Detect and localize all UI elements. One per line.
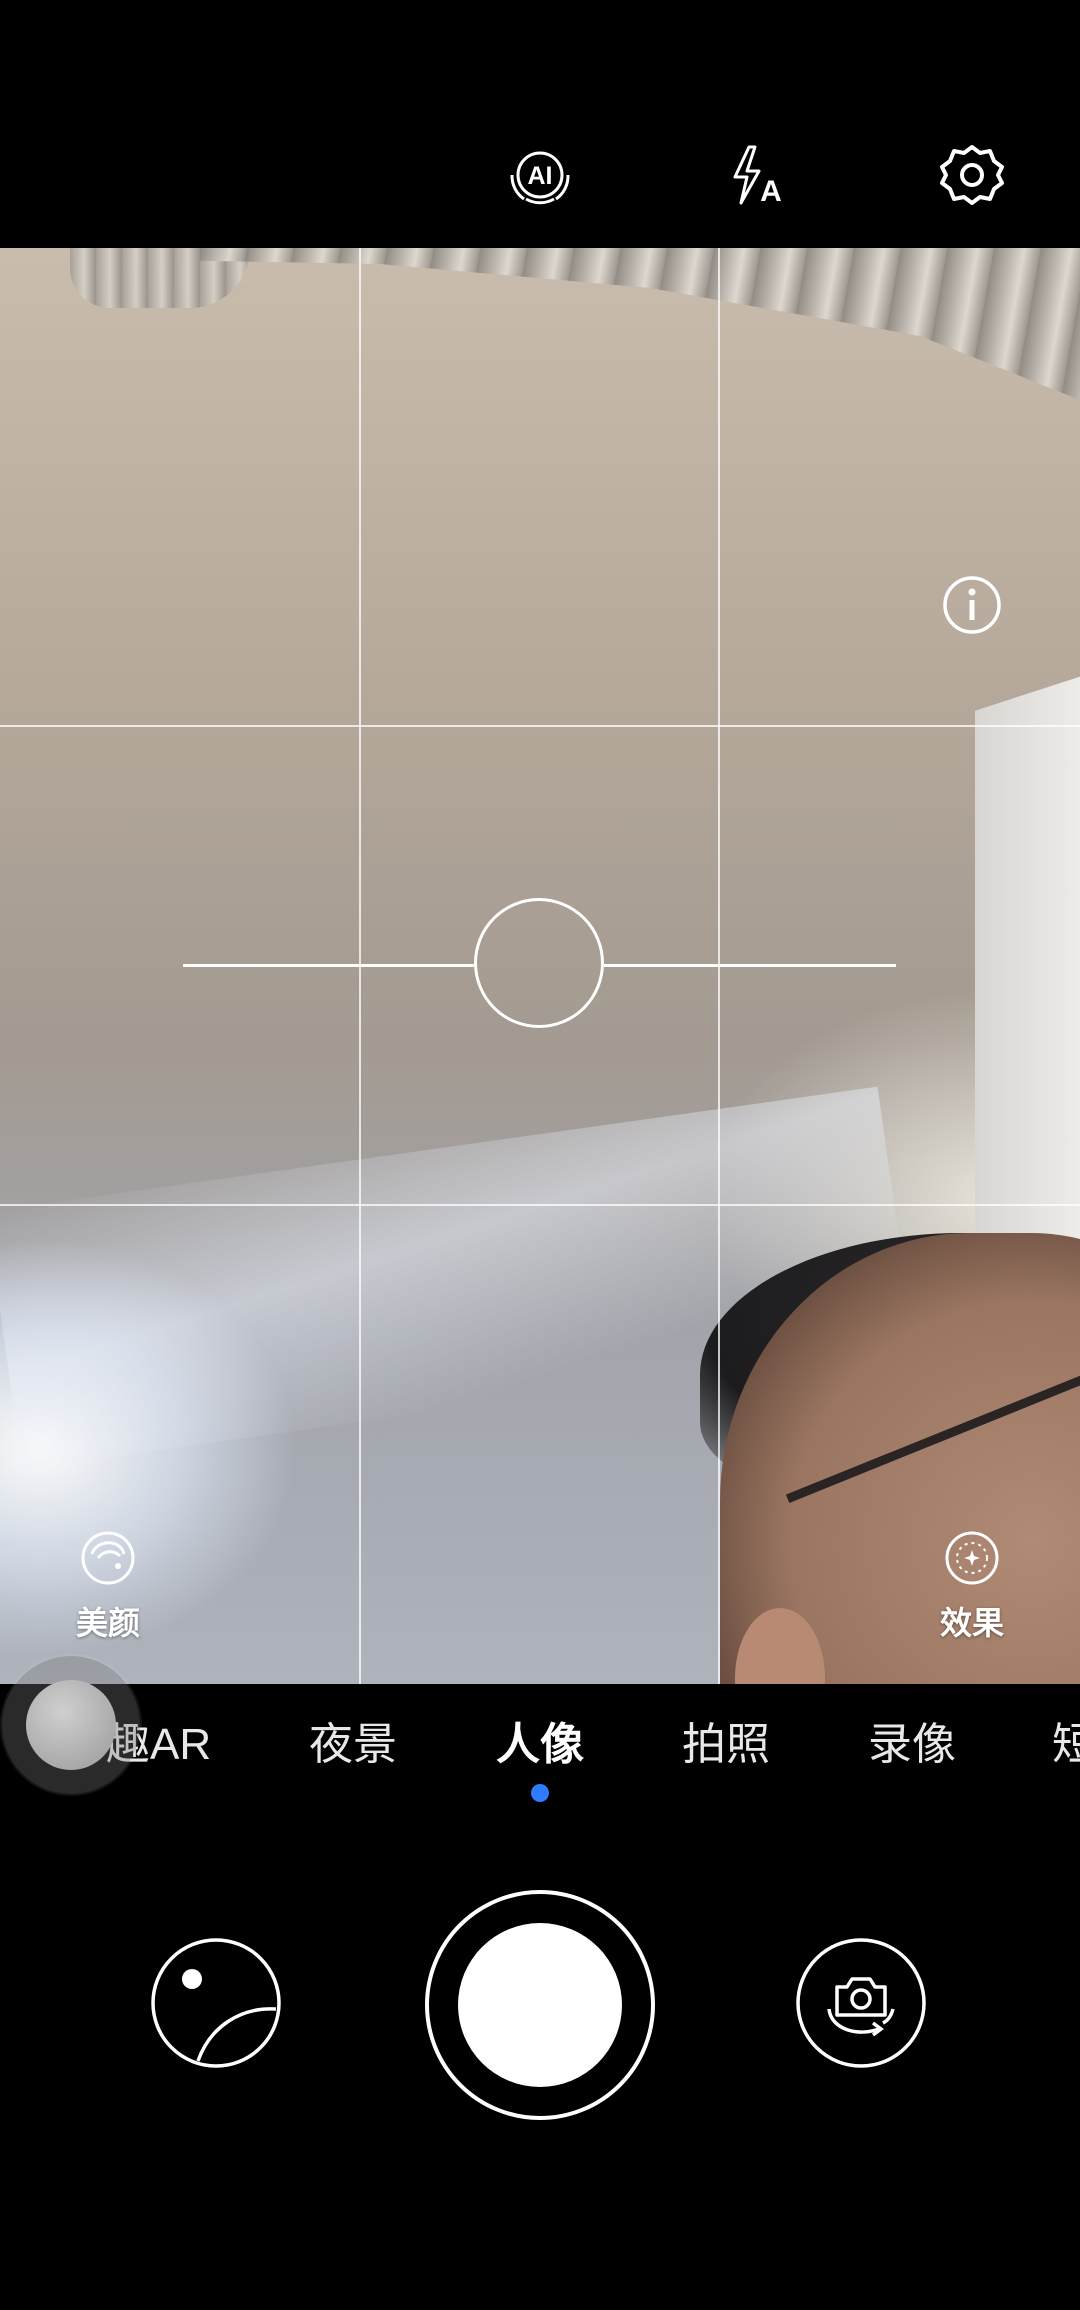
flash-auto-icon: A [733, 145, 782, 208]
effects-label: 效果 [939, 1605, 1004, 1641]
flash-mode-text: A [760, 175, 782, 208]
mode-night[interactable]: 夜景 [309, 1708, 397, 1772]
camera-viewfinder[interactable]: 美颜 效果 [0, 248, 1080, 1684]
grid-line [0, 725, 1080, 727]
ai-button[interactable]: AI [495, 130, 585, 220]
mode-video[interactable]: 录像 [868, 1708, 956, 1772]
level-line-right [604, 964, 896, 967]
level-indicator [474, 898, 604, 1028]
mode-indicator-dot [531, 1784, 549, 1802]
mode-selector[interactable]: 趣AR 夜景 人像 拍照 录像 短 [0, 1684, 1080, 1804]
shutter-button[interactable] [425, 1890, 655, 2120]
gallery-icon[interactable] [150, 1937, 282, 2069]
beauty-button[interactable]: 美颜 [38, 1528, 178, 1644]
effects-icon [945, 1531, 999, 1585]
grid-line [0, 1204, 1080, 1206]
mode-short-video[interactable]: 短 [1052, 1708, 1080, 1772]
ai-icon: AI [510, 151, 570, 205]
info-icon[interactable] [940, 573, 1004, 637]
top-bar: AI A [0, 0, 1080, 248]
curtain [200, 248, 1080, 408]
beauty-icon [81, 1531, 135, 1585]
effects-button[interactable]: 效果 [902, 1528, 1042, 1644]
floating-assistant-ball[interactable] [2, 1656, 140, 1794]
shutter-inner [458, 1923, 622, 2087]
settings-button[interactable] [927, 130, 1017, 220]
switch-camera-icon[interactable] [795, 1937, 927, 2069]
beauty-label: 美颜 [75, 1605, 140, 1641]
level-line-left [183, 964, 474, 967]
ai-icon-text: AI [528, 162, 553, 190]
mode-photo[interactable]: 拍照 [682, 1708, 770, 1772]
floating-ball-inner [26, 1680, 116, 1770]
settings-icon [940, 145, 1004, 205]
flash-button[interactable]: A [710, 130, 800, 220]
mode-portrait[interactable]: 人像 [496, 1708, 584, 1772]
